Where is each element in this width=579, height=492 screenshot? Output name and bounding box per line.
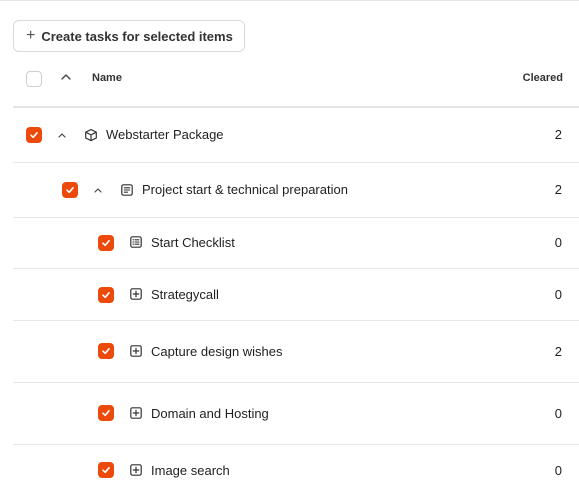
create-tasks-button[interactable]: + Create tasks for selected items bbox=[13, 20, 245, 52]
row-checkbox[interactable] bbox=[98, 405, 114, 421]
row-checkbox[interactable] bbox=[98, 343, 114, 359]
checkmark-icon bbox=[102, 409, 110, 417]
checkmark-icon bbox=[66, 186, 74, 194]
column-header-name[interactable]: Name bbox=[92, 72, 122, 84]
plus-square-icon bbox=[130, 288, 142, 300]
row-label: Image search bbox=[151, 463, 230, 478]
row-checkbox[interactable] bbox=[98, 287, 114, 303]
document-icon bbox=[121, 184, 133, 196]
checkmark-icon bbox=[102, 466, 110, 474]
row-checkbox[interactable] bbox=[26, 127, 42, 143]
table-row[interactable]: Project start & technical preparation 2 bbox=[13, 163, 579, 218]
checklist-icon bbox=[130, 236, 142, 248]
row-label: Domain and Hosting bbox=[151, 406, 269, 421]
row-cleared-count: 0 bbox=[554, 463, 562, 478]
package-icon bbox=[85, 128, 97, 142]
collapse-all-icon[interactable] bbox=[59, 70, 73, 84]
row-checkbox[interactable] bbox=[98, 235, 114, 251]
table-row[interactable]: Webstarter Package 2 bbox=[13, 108, 579, 163]
table-row[interactable]: Strategycall 0 bbox=[13, 269, 579, 321]
row-label: Start Checklist bbox=[151, 235, 235, 250]
plus-square-icon bbox=[130, 407, 142, 419]
row-cleared-count: 0 bbox=[554, 406, 562, 421]
table-row[interactable]: Image search 0 bbox=[13, 445, 579, 492]
column-header-cleared[interactable]: Cleared bbox=[523, 72, 563, 84]
table-row[interactable]: Domain and Hosting 0 bbox=[13, 383, 579, 445]
row-label: Strategycall bbox=[151, 287, 219, 302]
row-label: Capture design wishes bbox=[151, 344, 283, 359]
plus-square-icon bbox=[130, 464, 142, 476]
row-checkbox[interactable] bbox=[62, 182, 78, 198]
table-header: Name Cleared bbox=[13, 56, 579, 108]
row-cleared-count: 0 bbox=[554, 235, 562, 250]
plus-icon: + bbox=[26, 27, 36, 44]
checkmark-icon bbox=[30, 131, 38, 139]
row-cleared-count: 2 bbox=[554, 182, 562, 197]
row-cleared-count: 0 bbox=[554, 287, 562, 302]
table-row[interactable]: Capture design wishes 2 bbox=[13, 321, 579, 383]
select-all-checkbox[interactable] bbox=[26, 71, 42, 87]
checkmark-icon bbox=[102, 239, 110, 247]
top-divider bbox=[0, 0, 579, 1]
row-label: Webstarter Package bbox=[106, 127, 224, 142]
table-row[interactable]: Start Checklist 0 bbox=[13, 218, 579, 269]
row-label: Project start & technical preparation bbox=[142, 182, 348, 197]
collapse-chevron-icon[interactable] bbox=[92, 184, 104, 196]
row-cleared-count: 2 bbox=[554, 127, 562, 142]
checkmark-icon bbox=[102, 291, 110, 299]
collapse-chevron-icon[interactable] bbox=[56, 129, 68, 141]
checkmark-icon bbox=[102, 347, 110, 355]
row-checkbox[interactable] bbox=[98, 462, 114, 478]
create-tasks-label: Create tasks for selected items bbox=[41, 28, 233, 44]
plus-square-icon bbox=[130, 345, 142, 357]
row-cleared-count: 2 bbox=[554, 344, 562, 359]
